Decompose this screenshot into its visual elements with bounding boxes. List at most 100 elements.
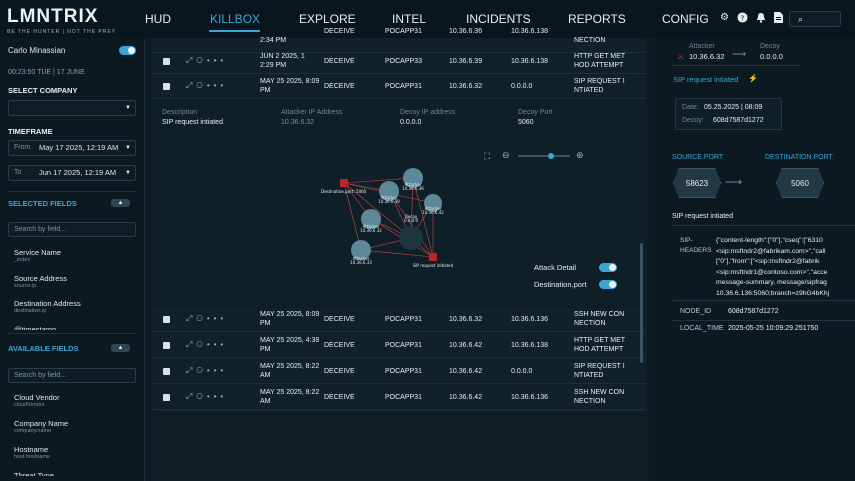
- expand-icon[interactable]: ⤢: [186, 392, 196, 401]
- row-checkbox[interactable]: [163, 368, 170, 375]
- selected-fields-search-input[interactable]: Search by field...: [8, 222, 136, 237]
- cell-action: DECEIVE: [324, 316, 355, 323]
- available-field-name[interactable]: Threat Type: [14, 471, 54, 476]
- help-icon[interactable]: ?: [736, 11, 749, 24]
- table-row[interactable]: ⤢⚇••• JUN 2 2025, 1 2:29 PM DECEIVE POCA…: [152, 50, 646, 74]
- row-actions[interactable]: ⤢⚇•••: [186, 366, 227, 376]
- selected-field-name[interactable]: @timestamp: [14, 325, 56, 330]
- table-row[interactable]: ⤢⚇••• MAY 25 2025, 8:22 AM DECEIVE POCAP…: [152, 386, 646, 410]
- more-icon[interactable]: •••: [207, 81, 227, 90]
- available-field-name[interactable]: Cloud Vendor: [14, 393, 59, 402]
- row-checkbox[interactable]: [163, 83, 170, 90]
- event-detail-panel: Description SIP request intiated Attacke…: [152, 99, 646, 308]
- attacker-ip-link[interactable]: 10.36.6.32: [281, 119, 314, 126]
- attack-graph[interactable]: Destination.port: 5060 Attacker 10.36.6.…: [317, 161, 467, 271]
- destination-port-node[interactable]: [340, 179, 348, 187]
- sip-header-line: <sip:msftndr1@contoso.com>","acce: [716, 268, 828, 276]
- nav-config[interactable]: CONFIG: [662, 12, 709, 26]
- table-row[interactable]: ⤢⚇••• MAY 25 2025, 8:09 PM DECEIVE POCAP…: [152, 75, 646, 99]
- row-actions[interactable]: ⤢⚇•••: [186, 314, 227, 324]
- global-search-input[interactable]: ⌕: [789, 11, 841, 27]
- zoom-slider-knob[interactable]: [548, 152, 554, 159]
- available-field-name[interactable]: Hostname: [14, 445, 48, 454]
- nav-reports[interactable]: REPORTS: [568, 12, 626, 26]
- row-actions[interactable]: ⤢⚇•••: [186, 81, 227, 91]
- row-checkbox[interactable]: [163, 394, 170, 401]
- tree-icon[interactable]: ⚇: [196, 56, 206, 65]
- row-checkbox[interactable]: [163, 58, 170, 65]
- event-subtitle: SIP request intiated: [672, 213, 733, 220]
- tree-icon[interactable]: ⚇: [196, 366, 206, 375]
- zoom-slider[interactable]: [518, 155, 570, 157]
- collapse-available-button[interactable]: ▲: [111, 344, 130, 352]
- row-actions[interactable]: ⤢⚇•••: [186, 340, 227, 350]
- nav-intel[interactable]: INTEL: [392, 12, 426, 26]
- graph-label: 10.36.6.42: [422, 210, 444, 215]
- selected-field-name[interactable]: Destination Address: [14, 299, 81, 308]
- zoom-out-icon[interactable]: ⊖: [502, 150, 510, 161]
- timeframe-label: TIMEFRAME: [8, 127, 53, 136]
- more-icon[interactable]: •••: [207, 56, 227, 65]
- expand-icon[interactable]: ⤢: [186, 340, 196, 349]
- divider: [673, 300, 855, 301]
- expand-icon[interactable]: ⤢: [186, 314, 196, 323]
- svg-text:?: ?: [741, 13, 745, 22]
- row-checkbox[interactable]: [163, 316, 170, 323]
- gear-icon[interactable]: ⚙: [718, 11, 731, 24]
- expand-icon[interactable]: ⤢: [186, 81, 196, 90]
- table-row[interactable]: ⤢⚇••• MAY 25 2025, 8:22 AM DECEIVE POCAP…: [152, 360, 646, 384]
- sip-event-node[interactable]: [429, 253, 437, 261]
- tree-icon[interactable]: ⚇: [196, 81, 206, 90]
- row-checkbox[interactable]: [163, 342, 170, 349]
- bell-icon[interactable]: [754, 11, 767, 24]
- selected-field-name[interactable]: Source Address: [14, 274, 67, 283]
- row-actions[interactable]: ⤢⚇•••: [186, 56, 227, 66]
- search-icon: ⌕: [798, 14, 804, 24]
- to-date-select[interactable]: To Jun 17 2025, 12:19 AM ▼: [8, 165, 136, 181]
- nav-killbox[interactable]: KILLBOX: [210, 12, 260, 26]
- tree-icon[interactable]: ⚇: [196, 392, 206, 401]
- user-toggle[interactable]: [119, 46, 136, 55]
- cell-action: DECEIVE: [324, 368, 355, 375]
- graph-label: 10.36.6.36: [402, 186, 424, 191]
- destination-port-toggle[interactable]: [599, 280, 617, 289]
- selected-field-sub: _index: [14, 257, 31, 263]
- nav-explore[interactable]: EXPLORE: [299, 12, 356, 26]
- decoy-node[interactable]: [399, 226, 423, 250]
- graph-label: 10.36.6.33: [350, 260, 372, 265]
- table-row[interactable]: ⤢⚇••• MAY 25 2025, 4:38 PM DECEIVE POCAP…: [152, 334, 646, 358]
- expand-icon[interactable]: ⤢: [186, 56, 196, 65]
- from-date-select[interactable]: From May 17 2025, 12:19 AM ▼: [8, 140, 136, 156]
- fullscreen-icon[interactable]: ⛶: [484, 151, 490, 162]
- legend-attack-detail-label: Attack Detail: [534, 263, 577, 272]
- table-scrollbar[interactable]: [640, 243, 643, 363]
- available-field-name[interactable]: Company Name: [14, 419, 68, 428]
- cell-date: MAY 25 2025, 8:22 AM: [260, 363, 320, 379]
- more-icon[interactable]: •••: [207, 366, 227, 375]
- more-icon[interactable]: •••: [207, 340, 227, 349]
- tree-icon[interactable]: ⚇: [196, 314, 206, 323]
- expand-icon[interactable]: ⤢: [186, 366, 196, 375]
- zoom-in-icon[interactable]: ⊕: [576, 150, 584, 161]
- document-icon[interactable]: [772, 11, 785, 24]
- logo-text: LMNTRIX: [7, 6, 99, 27]
- selected-field-name[interactable]: Service Name: [14, 248, 61, 257]
- row-actions[interactable]: ⤢⚇•••: [186, 392, 227, 402]
- cell-event: SSH NEW CON NECTION: [574, 389, 625, 405]
- legend-destination-port-label: Destination.port: [534, 280, 587, 289]
- decoy-port-value: 5060: [518, 119, 534, 126]
- tree-icon[interactable]: ⚇: [196, 340, 206, 349]
- cell-action: DECEIVE: [324, 394, 355, 401]
- more-icon[interactable]: •••: [207, 392, 227, 401]
- table-row[interactable]: ⤢⚇••• MAY 25 2025, 8:09 PM DECEIVE POCAP…: [152, 308, 646, 332]
- company-select[interactable]: ▼: [8, 100, 136, 116]
- cell-date: 2:34 PM: [260, 37, 287, 44]
- logo[interactable]: LMNTRIX BE THE HUNTER | NOT THE PREY: [7, 6, 116, 35]
- attacker-label: Attacker: [689, 43, 715, 50]
- collapse-selected-button[interactable]: ▲: [111, 199, 130, 207]
- more-icon[interactable]: •••: [207, 314, 227, 323]
- attack-detail-toggle[interactable]: [599, 263, 617, 272]
- nav-hud[interactable]: HUD: [145, 12, 171, 26]
- nav-incidents[interactable]: INCIDENTS: [466, 12, 531, 26]
- available-fields-search-input[interactable]: Search by field...: [8, 368, 136, 383]
